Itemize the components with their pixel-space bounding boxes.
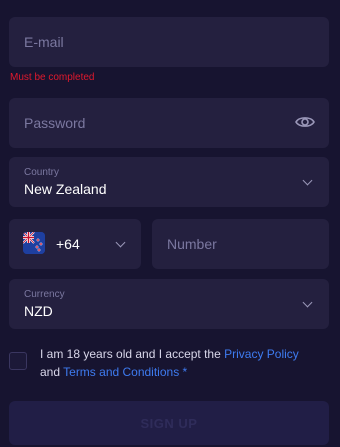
chevron-down-icon <box>302 297 313 308</box>
show-password-eye-icon[interactable] <box>295 115 315 134</box>
terms-and-text: and <box>40 365 64 379</box>
country-label: Country <box>24 167 60 178</box>
currency-select[interactable]: Currency NZD <box>9 279 329 329</box>
terms-checkbox[interactable] <box>9 352 27 370</box>
terms-text-before: I am 18 years old and I accept the <box>40 347 225 361</box>
phone-code-select[interactable]: +64 <box>9 219 141 269</box>
required-mark: * <box>179 365 188 379</box>
privacy-policy-link[interactable]: Privacy Policy <box>224 347 299 361</box>
country-value: New Zealand <box>24 181 107 197</box>
terms-and-conditions-link[interactable]: Terms and Conditions <box>63 365 179 379</box>
signup-form: E-mail Must be completed Password Countr… <box>0 0 340 447</box>
phone-code-value: +64 <box>56 236 80 252</box>
sign-up-button[interactable]: SIGN UP <box>9 401 329 445</box>
password-placeholder: Password <box>24 115 86 131</box>
currency-value: NZD <box>24 303 53 319</box>
chevron-down-icon <box>115 237 126 248</box>
chevron-down-icon <box>302 175 313 186</box>
new-zealand-flag-icon <box>23 232 45 254</box>
password-field[interactable]: Password <box>9 98 329 148</box>
email-field[interactable]: E-mail <box>9 17 329 67</box>
phone-number-placeholder: Number <box>167 236 217 252</box>
email-placeholder: E-mail <box>24 34 64 50</box>
email-error-message: Must be completed <box>10 72 95 83</box>
country-select[interactable]: Country New Zealand <box>9 157 329 207</box>
terms-text: I am 18 years old and I accept the Priva… <box>40 345 330 381</box>
currency-label: Currency <box>24 289 65 300</box>
phone-number-input[interactable]: Number <box>152 219 329 269</box>
